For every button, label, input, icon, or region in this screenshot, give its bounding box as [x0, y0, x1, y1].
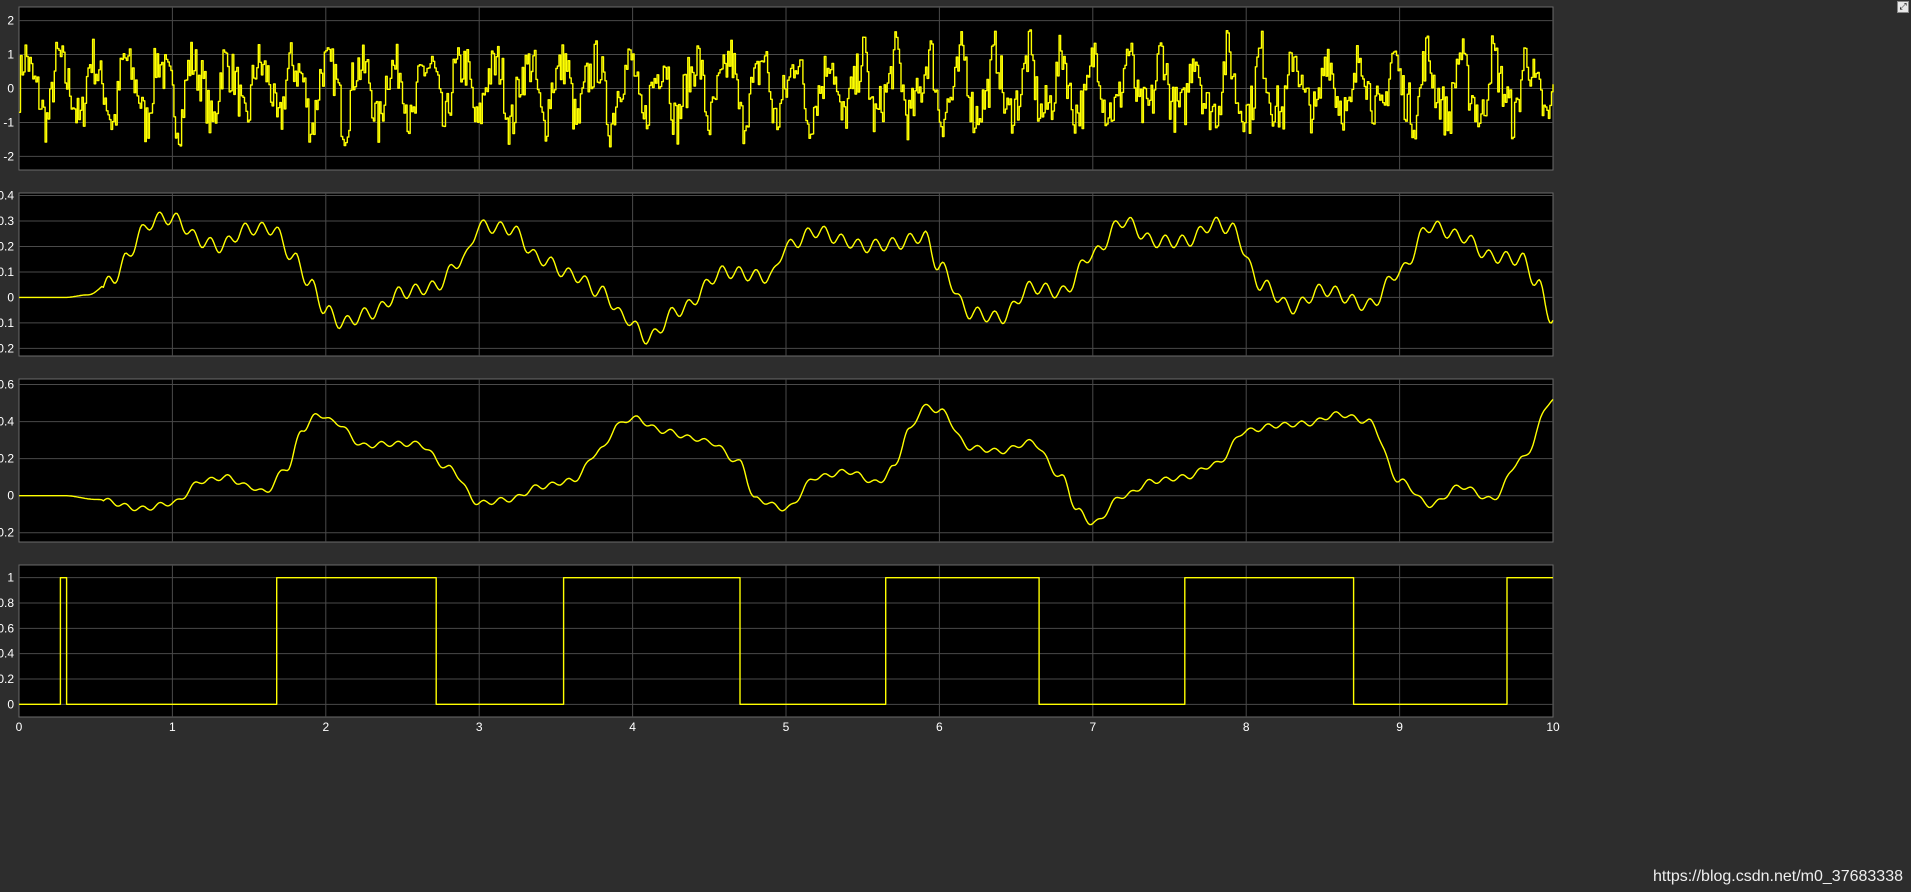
x-tick-label: 3: [476, 720, 483, 734]
y-tick-label: -1: [3, 115, 14, 129]
scope-panel-3: -0.2 0 0.2 0.4 0.6: [0, 378, 1554, 543]
y-tick-label: 0.3: [0, 214, 14, 228]
y-tick-label: 0.1: [0, 265, 14, 279]
y-tick-label: -0.2: [0, 341, 14, 355]
x-tick-label: 9: [1396, 720, 1403, 734]
y-tick-label: 0.6: [0, 621, 14, 635]
watermark: https://blog.csdn.net/m0_37683338: [1653, 868, 1903, 885]
y-tick-label: -0.2: [0, 526, 14, 540]
y-tick-label: 1: [7, 48, 14, 62]
y-tick-label: 2: [7, 14, 14, 28]
x-tick-label: 8: [1243, 720, 1250, 734]
y-tick-label: 0.4: [0, 647, 14, 661]
y-tick-label: 0: [7, 489, 14, 503]
scope-panel-2: -0.2 -0.1 0 0.1 0.2 0.3 0.4: [0, 189, 1554, 357]
x-tick-label: 2: [322, 720, 329, 734]
x-tick-label: 5: [783, 720, 790, 734]
y-tick-label: 0.4: [0, 415, 14, 429]
y-tick-label: 0.2: [0, 239, 14, 253]
scope-panel-1: -2 -1 0 1 2: [3, 6, 1554, 171]
y-tick-label: -0.1: [0, 316, 14, 330]
x-tick-label: 4: [629, 720, 636, 734]
y-tick-label: 0.8: [0, 596, 14, 610]
y-tick-label: -2: [3, 149, 14, 163]
y-tick-label: 1: [7, 571, 14, 585]
y-tick-label: 0.2: [0, 672, 14, 686]
y-tick-label: 0: [7, 290, 14, 304]
maximize-icon[interactable]: ⤢: [1897, 1, 1909, 13]
x-tick-label: 1: [169, 720, 176, 734]
y-tick-label: 0: [7, 82, 14, 96]
scope-figure: -2-1012-0.2-0.100.10.20.30.4-0.200.20.40…: [0, 6, 1560, 734]
y-tick-label: 0.2: [0, 452, 14, 466]
x-tick-label: 10: [1546, 720, 1560, 734]
scope-panel-4: 0 0.2 0.4 0.6 0.8 1: [0, 564, 1554, 718]
x-tick-label: 6: [936, 720, 943, 734]
x-tick-label: 0: [16, 720, 23, 734]
y-tick-label: 0: [7, 697, 14, 711]
x-tick-label: 7: [1089, 720, 1096, 734]
y-tick-label: 0.4: [0, 189, 14, 203]
y-tick-label: 0.6: [0, 378, 14, 392]
